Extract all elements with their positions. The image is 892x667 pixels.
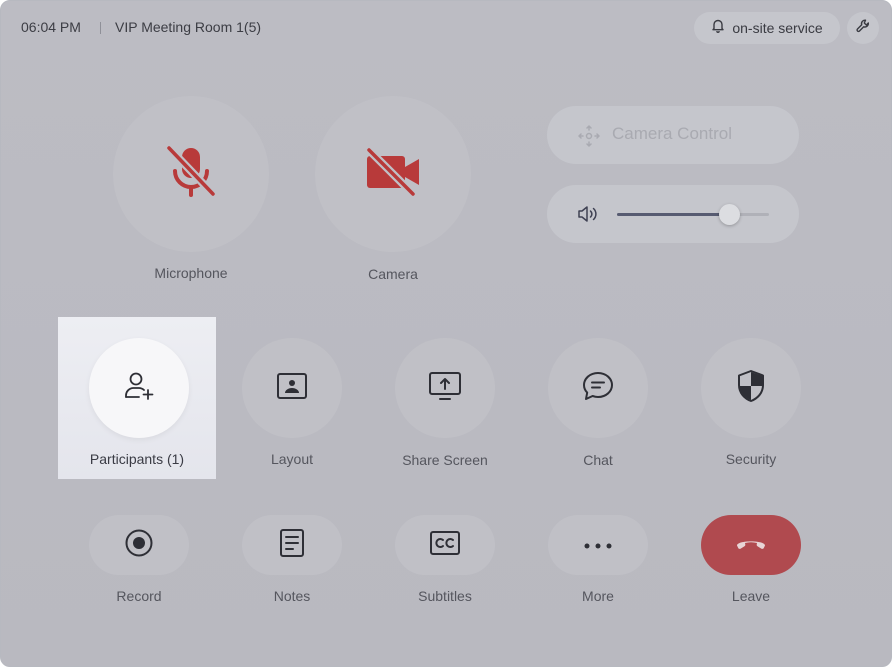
shield-icon	[736, 369, 766, 408]
participants-label: Participants (1)	[89, 451, 185, 467]
camera-control-label: Camera Control	[612, 124, 732, 143]
move-arrows-icon	[578, 125, 600, 152]
microphone-label: Microphone	[154, 265, 228, 281]
more-label: More	[582, 588, 614, 604]
bell-icon	[711, 18, 725, 38]
status-bar: 06:04 PM VIP Meeting Room 1(5) on-site s…	[1, 1, 891, 55]
camera-label: Camera	[368, 266, 418, 282]
more-icon	[584, 536, 612, 554]
room-title: VIP Meeting Room 1(5)	[115, 19, 262, 35]
hang-up-icon	[734, 536, 768, 555]
subtitles-button[interactable]	[395, 515, 495, 575]
camera-control-button[interactable]: Camera Control	[547, 106, 799, 164]
microphone-muted-icon	[165, 143, 217, 205]
on-site-service-button[interactable]: on-site service	[694, 12, 840, 44]
camera-button[interactable]	[315, 96, 471, 252]
volume-slider[interactable]	[617, 204, 769, 225]
camera-off-icon	[363, 145, 423, 203]
record-icon	[124, 528, 154, 563]
on-site-service-label: on-site service	[732, 20, 823, 36]
leave-button[interactable]	[701, 515, 801, 575]
subtitles-label: Subtitles	[418, 588, 472, 604]
status-divider	[100, 22, 101, 34]
chat-button[interactable]	[548, 338, 648, 438]
notes-label: Notes	[273, 588, 311, 604]
more-button[interactable]	[548, 515, 648, 575]
security-button[interactable]	[701, 338, 801, 438]
participants-button[interactable]	[89, 338, 189, 438]
chat-label: Chat	[583, 452, 613, 468]
record-label: Record	[116, 588, 162, 604]
layout-button[interactable]	[242, 338, 342, 438]
notes-icon	[278, 528, 306, 563]
share-screen-icon	[428, 371, 462, 406]
leave-label: Leave	[731, 588, 771, 604]
volume-control	[547, 185, 799, 243]
record-button[interactable]	[89, 515, 189, 575]
clock: 06:04 PM	[21, 19, 81, 35]
layout-icon	[276, 372, 308, 405]
cc-icon	[429, 530, 461, 561]
participants-tile[interactable]: Participants (1)	[58, 317, 216, 479]
speaker-icon	[577, 204, 599, 229]
wrench-icon	[855, 18, 871, 39]
volume-slider-fill	[617, 213, 730, 216]
share-screen-button[interactable]	[395, 338, 495, 438]
share-screen-label: Share Screen	[402, 452, 488, 468]
settings-button[interactable]	[847, 12, 879, 44]
chat-icon	[581, 370, 615, 407]
security-label: Security	[725, 451, 777, 467]
notes-button[interactable]	[242, 515, 342, 575]
microphone-button[interactable]	[113, 96, 269, 252]
volume-slider-thumb[interactable]	[719, 204, 741, 225]
layout-label: Layout	[270, 451, 314, 467]
add-user-icon	[122, 369, 156, 408]
meeting-control-panel: 06:04 PM VIP Meeting Room 1(5) on-site s…	[0, 0, 892, 667]
